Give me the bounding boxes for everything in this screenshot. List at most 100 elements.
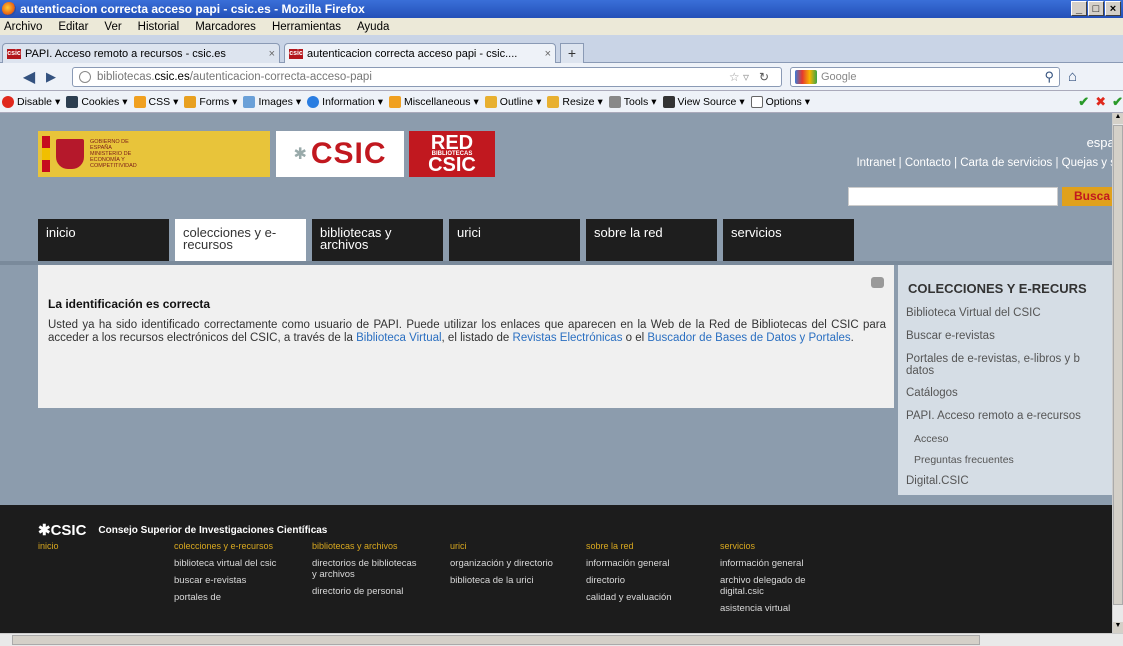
menu-archivo[interactable]: Archivo bbox=[4, 21, 42, 33]
biblioteca-virtual-link[interactable]: Biblioteca Virtual bbox=[356, 332, 441, 344]
toolbar-miscellaneous[interactable]: Miscellaneous ▾ bbox=[388, 95, 479, 108]
validation-error-icon[interactable]: ✖ bbox=[1095, 94, 1106, 110]
toolbar-disable[interactable]: Disable ▾ bbox=[2, 95, 60, 108]
tab-close-icon[interactable]: × bbox=[539, 48, 551, 60]
footer-link[interactable]: biblioteca de la urici bbox=[450, 575, 560, 586]
tab-close-icon[interactable]: × bbox=[263, 48, 275, 60]
tab-papi-acceso[interactable]: csic PAPI. Acceso remoto a recursos - cs… bbox=[2, 43, 280, 63]
main-navigation: inicio colecciones y e-recursos bibliote… bbox=[38, 219, 854, 261]
footer-link[interactable]: organización y directorio bbox=[450, 558, 560, 569]
scroll-thumb[interactable] bbox=[1113, 125, 1123, 605]
buscador-bases-datos-link[interactable]: Buscador de Bases de Datos y Portales bbox=[647, 332, 850, 344]
information-icon bbox=[307, 95, 320, 108]
sidebar-item-acceso[interactable]: Acceso bbox=[914, 433, 948, 445]
google-icon[interactable] bbox=[795, 70, 817, 84]
nav-colecciones[interactable]: colecciones y e-recursos bbox=[175, 219, 306, 261]
web-developer-toolbar: Disable ▾ Cookies ▾ CSS ▾ Forms ▾ Images ▾ In… bbox=[0, 91, 1123, 113]
footer-col-head[interactable]: colecciones y e-recursos bbox=[174, 541, 284, 552]
vertical-scrollbar[interactable]: ▲ ▼ bbox=[1112, 113, 1123, 633]
menu-herramientas[interactable]: Herramientas bbox=[272, 21, 341, 33]
language-selector[interactable]: españ bbox=[1087, 135, 1112, 150]
view-source-icon bbox=[662, 95, 675, 108]
nav-sobre-la-red[interactable]: sobre la red bbox=[586, 219, 717, 261]
header-links[interactable]: Intranet | Contacto | Carta de servicios… bbox=[856, 157, 1112, 169]
sidebar-item-portales[interactable]: Portales de e-revistas, e-libros y b dat… bbox=[906, 353, 1110, 377]
validation-ok-icon[interactable]: ✔ bbox=[1112, 94, 1123, 110]
site-search-input[interactable] bbox=[848, 187, 1058, 206]
web-page: GOBIERNO DE ESPAÑA MINISTERIO DE ECONOMÍ… bbox=[0, 113, 1112, 633]
maximize-icon[interactable]: □ bbox=[1088, 1, 1104, 16]
menu-ver[interactable]: Ver bbox=[104, 21, 121, 33]
menu-editar[interactable]: Editar bbox=[58, 21, 88, 33]
footer-link[interactable]: biblioteca virtual del csic bbox=[174, 558, 284, 569]
address-bar[interactable]: bibliotecas. csic.es/autenticacion-correc… bbox=[72, 67, 782, 87]
toolbar-view-source[interactable]: View Source ▾ bbox=[662, 95, 745, 108]
toolbar-forms[interactable]: Forms ▾ bbox=[184, 95, 237, 108]
home-icon[interactable]: ⌂ bbox=[1068, 68, 1077, 85]
footer-col-head[interactable]: servicios bbox=[720, 541, 840, 552]
scroll-up-icon[interactable]: ▲ bbox=[1113, 113, 1123, 124]
gobierno-logo[interactable]: GOBIERNO DE ESPAÑA MINISTERIO DE ECONOMÍ… bbox=[38, 131, 270, 177]
sidebar-item-buscar-e-revistas[interactable]: Buscar e-revistas bbox=[906, 330, 995, 342]
footer-link[interactable]: asistencia virtual bbox=[720, 603, 840, 614]
footer-col-servicios: servicios información general archivo de… bbox=[720, 541, 840, 614]
toolbar-cookies[interactable]: Cookies ▾ bbox=[66, 95, 128, 108]
footer-link[interactable]: directorios de bibliotecas y archivos bbox=[312, 558, 422, 580]
print-icon[interactable] bbox=[871, 277, 884, 288]
reload-icon[interactable]: ↻ bbox=[759, 70, 769, 84]
close-icon[interactable]: × bbox=[1105, 1, 1121, 16]
footer-col-head[interactable]: bibliotecas y archivos bbox=[312, 541, 422, 552]
footer-link[interactable]: directorio bbox=[586, 575, 696, 586]
footer-link[interactable]: portales de bbox=[174, 592, 284, 603]
horizontal-scrollbar[interactable] bbox=[0, 633, 1123, 646]
minimize-icon[interactable]: _ bbox=[1071, 1, 1087, 16]
site-identity-icon[interactable] bbox=[79, 71, 91, 83]
footer-col-head[interactable]: sobre la red bbox=[586, 541, 696, 552]
sidebar-item-biblioteca-virtual[interactable]: Biblioteca Virtual del CSIC bbox=[906, 307, 1041, 319]
toolbar-options[interactable]: Options ▾ bbox=[750, 95, 810, 108]
sidebar-item-catalogos[interactable]: Catálogos bbox=[906, 387, 958, 399]
menu-ayuda[interactable]: Ayuda bbox=[357, 21, 389, 33]
toolbar-tools[interactable]: Tools ▾ bbox=[608, 95, 657, 108]
back-icon[interactable]: ◀ bbox=[18, 67, 40, 87]
nav-servicios[interactable]: servicios bbox=[723, 219, 854, 261]
nav-inicio[interactable]: inicio bbox=[38, 219, 169, 261]
sidebar-item-preguntas-frecuentes[interactable]: Preguntas frecuentes bbox=[914, 454, 1014, 466]
toolbar-information[interactable]: Information ▾ bbox=[307, 95, 383, 108]
csic-logo[interactable]: ✱ CSIC bbox=[276, 131, 404, 177]
eu-flag-icon bbox=[42, 136, 50, 172]
footer-link[interactable]: buscar e-revistas bbox=[174, 575, 284, 586]
menu-marcadores[interactable]: Marcadores bbox=[195, 21, 256, 33]
footer-col-head[interactable]: urici bbox=[450, 541, 560, 552]
red-bibliotecas-logo[interactable]: RED BIBLIOTECAS CSIC bbox=[409, 131, 495, 177]
search-bar[interactable]: Google ⚲ bbox=[790, 67, 1060, 87]
footer-link[interactable]: calidad y evaluación bbox=[586, 592, 696, 603]
footer-col-head[interactable]: inicio bbox=[38, 541, 148, 552]
toolbar-images[interactable]: Images ▾ bbox=[243, 95, 301, 108]
toolbar-css[interactable]: CSS ▾ bbox=[133, 95, 178, 108]
validation-ok-icon[interactable]: ✔ bbox=[1078, 94, 1089, 110]
nav-urici[interactable]: urici bbox=[449, 219, 580, 261]
footer-csic-logo: ✱CSIC bbox=[38, 522, 87, 539]
tab-autenticacion[interactable]: csic autenticacion correcta acceso papi … bbox=[284, 43, 556, 63]
bookmark-star-icon[interactable]: ☆ ▿ bbox=[729, 70, 749, 84]
forward-icon[interactable]: ▶ bbox=[40, 69, 62, 85]
toolbar-resize[interactable]: Resize ▾ bbox=[547, 95, 603, 108]
tab-strip: csic PAPI. Acceso remoto a recursos - cs… bbox=[0, 35, 1123, 63]
toolbar-outline[interactable]: Outline ▾ bbox=[484, 95, 541, 108]
revistas-electronicas-link[interactable]: Revistas Electrónicas bbox=[513, 332, 623, 344]
nav-bibliotecas[interactable]: bibliotecas y archivos bbox=[312, 219, 443, 261]
new-tab-button[interactable]: + bbox=[560, 43, 584, 63]
search-icon[interactable]: ⚲ bbox=[1044, 69, 1054, 85]
site-search-button[interactable]: Busca bbox=[1062, 187, 1112, 206]
sidebar-item-papi[interactable]: PAPI. Acceso remoto a e-recursos bbox=[906, 410, 1081, 422]
footer-link[interactable]: archivo delegado de digital.csic bbox=[720, 575, 840, 597]
scroll-thumb[interactable] bbox=[12, 635, 980, 645]
menu-historial[interactable]: Historial bbox=[138, 21, 180, 33]
footer-link[interactable]: información general bbox=[720, 558, 840, 569]
tab-label: autenticacion correcta acceso papi - csi… bbox=[307, 47, 518, 60]
footer-link[interactable]: directorio de personal bbox=[312, 586, 422, 597]
sidebar-item-digital-csic[interactable]: Digital.CSIC bbox=[906, 475, 969, 487]
footer-link[interactable]: información general bbox=[586, 558, 696, 569]
scroll-down-icon[interactable]: ▼ bbox=[1113, 622, 1123, 633]
